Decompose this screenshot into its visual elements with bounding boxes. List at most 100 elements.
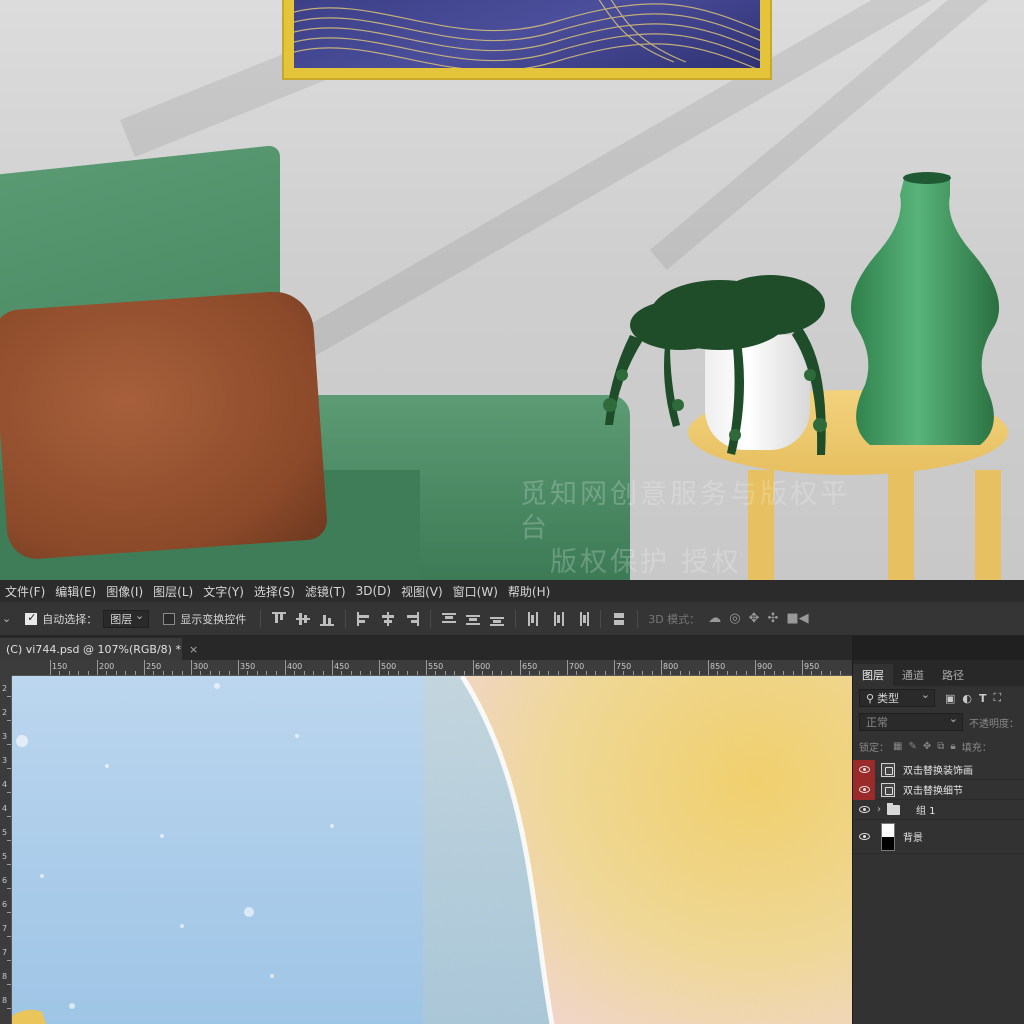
visibility-toggle[interactable] bbox=[853, 779, 875, 800]
ruler-tick bbox=[238, 660, 239, 675]
document-canvas[interactable] bbox=[12, 676, 852, 1024]
ivy-plant bbox=[603, 275, 827, 455]
opacity-label: 不透明度： bbox=[969, 718, 1019, 730]
blend-mode-value: 正常 bbox=[866, 716, 888, 729]
ruler-tick bbox=[144, 660, 145, 675]
layer-name: 组 1 bbox=[916, 806, 936, 817]
visibility-toggle[interactable] bbox=[853, 759, 875, 780]
divider bbox=[260, 609, 262, 628]
auto-select-checkbox[interactable] bbox=[25, 611, 38, 625]
lock-transparent-icon[interactable]: ▦ bbox=[893, 741, 902, 752]
menu-image[interactable]: 图像(I) bbox=[101, 583, 148, 600]
ruler-label: 8 bbox=[2, 996, 8, 1005]
3d-orbit-icon[interactable]: ☁ bbox=[708, 611, 721, 626]
menu-layer[interactable]: 图层(L) bbox=[148, 583, 198, 600]
menu-3d[interactable]: 3D(D) bbox=[351, 584, 396, 598]
tab-layers[interactable]: 图层 bbox=[853, 664, 893, 686]
picture-frame bbox=[282, 0, 772, 80]
visibility-toggle[interactable] bbox=[853, 800, 875, 820]
table-leg bbox=[888, 470, 914, 580]
visibility-toggle[interactable] bbox=[853, 820, 875, 854]
ruler-label: 3 bbox=[2, 732, 8, 741]
divider bbox=[600, 609, 602, 628]
layer-row[interactable]: › 组 1 bbox=[853, 800, 1024, 820]
auto-select-target-dropdown[interactable]: 图层 bbox=[103, 609, 150, 628]
layer-filter-dropdown[interactable]: ⚲ 类型 bbox=[859, 688, 935, 707]
ruler-tick bbox=[661, 660, 662, 675]
ruler-label: 300 bbox=[193, 662, 209, 671]
lock-fill-row: 锁定： ▦ ✎ ✥ ⧉ 🔒︎ 填充： bbox=[853, 734, 1024, 758]
distribute-vertical-center-icon[interactable] bbox=[466, 612, 481, 626]
ruler-label: 8 bbox=[2, 972, 8, 981]
ruler-tick bbox=[520, 660, 521, 675]
lock-artboard-icon[interactable]: ⧉ bbox=[937, 741, 944, 752]
leather-pillow bbox=[0, 289, 329, 561]
lock-all-icon[interactable]: 🔒︎ bbox=[950, 741, 955, 752]
tab-channels[interactable]: 通道 bbox=[893, 664, 933, 686]
layer-thumbnail bbox=[881, 822, 895, 851]
show-transform-label: 显示变换控件 bbox=[180, 612, 247, 626]
filter-type-icon[interactable]: T bbox=[979, 692, 987, 705]
tab-paths[interactable]: 路径 bbox=[933, 664, 973, 686]
align-right-icon[interactable] bbox=[405, 611, 420, 626]
menu-edit[interactable]: 编辑(E) bbox=[50, 583, 101, 600]
menu-file[interactable]: 文件(F) bbox=[0, 583, 50, 600]
ruler-corner[interactable] bbox=[0, 660, 12, 676]
3d-slide-icon[interactable]: ✣ bbox=[767, 611, 778, 626]
ruler-tick bbox=[379, 660, 380, 675]
layer-row[interactable]: 双击替换装饰画 bbox=[853, 759, 1024, 780]
auto-select-toggle[interactable]: 自动选择： bbox=[25, 611, 97, 627]
menu-select[interactable]: 选择(S) bbox=[249, 583, 300, 600]
ruler-label: 500 bbox=[381, 662, 397, 671]
ruler-tick bbox=[567, 660, 568, 675]
tool-preset-chevron-icon[interactable]: ⌄ bbox=[2, 612, 11, 625]
show-transform-toggle[interactable]: 显示变换控件 bbox=[163, 611, 246, 627]
align-left-icon[interactable] bbox=[357, 611, 371, 626]
menu-window[interactable]: 窗口(W) bbox=[448, 583, 503, 600]
auto-align-layers-icon[interactable] bbox=[612, 612, 626, 626]
distribute-horizontal-center-icon[interactable] bbox=[551, 611, 565, 626]
distribute-left-icon[interactable] bbox=[527, 611, 541, 626]
lock-label: 锁定： bbox=[859, 742, 889, 754]
close-tab-icon[interactable]: × bbox=[189, 643, 198, 656]
panel-tabs: 图层 通道 路径 bbox=[853, 660, 1024, 686]
options-bar: ⌄ 自动选择： 图层 显示变换控件 3D 模式： ☁ ◎ ✥ ✣ ■◀ bbox=[0, 602, 1024, 636]
distribute-bottom-icon[interactable] bbox=[490, 612, 505, 626]
watermark: 觅知网创意服务与版权平台 版权保护 授权 bbox=[520, 478, 860, 580]
layer-row[interactable]: 双击替换细节 bbox=[853, 779, 1024, 800]
3d-drag-icon[interactable]: ✥ bbox=[749, 611, 760, 626]
filter-pixel-icon[interactable]: ▣ bbox=[945, 692, 955, 705]
chevron-right-icon[interactable]: › bbox=[877, 804, 881, 815]
lock-image-icon[interactable]: ✎ bbox=[908, 741, 916, 752]
menu-type[interactable]: 文字(Y) bbox=[198, 583, 249, 600]
table-leg bbox=[975, 470, 1001, 580]
menu-filter[interactable]: 滤镜(T) bbox=[300, 583, 351, 600]
blend-opacity-row: 正常 不透明度： bbox=[853, 710, 1024, 734]
horizontal-ruler[interactable]: 150 200 250 300 350 400 450 500 550 600 650 700 750 8… bbox=[12, 660, 852, 676]
document-tab[interactable]: (C) vi744.psd @ 107%(RGB/8) * × bbox=[0, 638, 198, 660]
divider bbox=[345, 609, 347, 628]
3d-scale-icon[interactable]: ■◀ bbox=[786, 611, 808, 626]
align-vertical-center-icon[interactable] bbox=[296, 612, 311, 626]
3d-roll-icon[interactable]: ◎ bbox=[729, 611, 740, 626]
distribute-right-icon[interactable] bbox=[575, 611, 590, 626]
ruler-label: 600 bbox=[475, 662, 491, 671]
vertical-ruler[interactable]: 2 2 3 3 4 4 5 5 6 6 7 7 8 8 bbox=[0, 676, 12, 1024]
align-top-icon[interactable] bbox=[272, 611, 287, 626]
align-bottom-icon[interactable] bbox=[320, 612, 335, 626]
lock-position-icon[interactable]: ✥ bbox=[923, 741, 931, 752]
ruler-label: 3 bbox=[2, 756, 8, 765]
ruler-tick bbox=[332, 660, 333, 675]
menu-view[interactable]: 视图(V) bbox=[396, 583, 448, 600]
eye-icon bbox=[858, 786, 870, 793]
distribute-top-icon[interactable] bbox=[442, 612, 457, 626]
watermark-line: 觅知网创意服务与版权平台 bbox=[520, 479, 850, 544]
blend-mode-dropdown[interactable]: 正常 bbox=[859, 712, 963, 731]
layer-row[interactable]: 背景 bbox=[853, 820, 1024, 854]
filter-shape-icon[interactable]: ⛶ bbox=[994, 691, 1002, 705]
align-horizontal-center-icon[interactable] bbox=[381, 611, 395, 626]
menu-help[interactable]: 帮助(H) bbox=[503, 583, 555, 600]
filter-adjustment-icon[interactable]: ◐ bbox=[962, 692, 972, 705]
ruler-label: 7 bbox=[2, 948, 8, 957]
show-transform-checkbox[interactable] bbox=[163, 612, 176, 625]
